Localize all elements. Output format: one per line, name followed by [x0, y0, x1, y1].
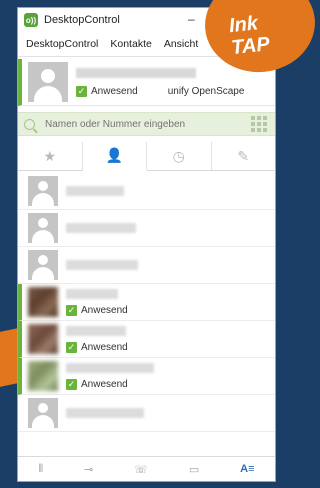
- search-icon: [24, 118, 35, 130]
- phone-icon[interactable]: ☏: [134, 463, 148, 476]
- tab-favorites[interactable]: ★: [18, 142, 83, 170]
- contact-list: ✓ Anwesend ✓ Anwesend ✓ Anwesend: [18, 173, 275, 463]
- key-icon[interactable]: ⊸: [84, 463, 93, 476]
- clock-icon: ◷: [172, 147, 185, 164]
- own-status-text: Anwesend: [91, 85, 138, 97]
- contact-name-redacted: [66, 288, 118, 299]
- search-bar: [18, 112, 275, 136]
- contact-name-redacted: [66, 260, 138, 270]
- search-input[interactable]: [43, 117, 227, 131]
- contact-name-redacted: [66, 362, 154, 373]
- star-icon: ★: [43, 147, 57, 164]
- avatar-body-shape: [34, 86, 62, 102]
- tab-settings[interactable]: ✎: [212, 142, 276, 170]
- contact-status-text: Anwesend: [81, 341, 128, 353]
- status-check-icon: ✓: [66, 378, 77, 390]
- list-item[interactable]: ✓ Anwesend: [18, 358, 275, 395]
- list-item[interactable]: [18, 210, 275, 247]
- own-status-row[interactable]: ✓ Anwesend unify OpenScape: [76, 85, 275, 97]
- status-check-icon: ✓: [66, 304, 77, 316]
- tab-bar: ★ 👤 ◷ ✎: [18, 142, 275, 171]
- status-check-icon: ✓: [76, 85, 87, 97]
- badge-text-line1: Ink: [227, 12, 259, 38]
- app-logo-icon: o)): [24, 13, 38, 27]
- menu-item-ansicht[interactable]: Ansicht: [164, 38, 198, 50]
- window-title: DesktopControl: [44, 14, 120, 26]
- contact-avatar: [28, 176, 58, 206]
- person-icon: 👤: [105, 147, 123, 163]
- text-list-icon[interactable]: A≡: [240, 463, 254, 475]
- menu-item-desktopcontrol[interactable]: DesktopControl: [26, 38, 98, 50]
- list-item[interactable]: [18, 395, 275, 432]
- server-name: unify OpenScape: [167, 85, 245, 97]
- wrench-icon: ✎: [237, 147, 250, 164]
- folder-icon[interactable]: ▭: [189, 463, 199, 476]
- contact-avatar: [28, 398, 58, 428]
- tab-history[interactable]: ◷: [147, 142, 212, 170]
- badge-text-line2: TAP: [230, 33, 271, 60]
- dialpad-icon[interactable]: [251, 116, 267, 132]
- contact-photo: [28, 361, 58, 391]
- contact-status-text: Anwesend: [81, 304, 128, 316]
- minimize-button[interactable]: –: [188, 12, 195, 26]
- contact-name-redacted: [66, 186, 124, 196]
- contact-photo: [28, 287, 58, 317]
- list-item[interactable]: ✓ Anwesend: [18, 321, 275, 358]
- own-profile-info: ✓ Anwesend unify OpenScape: [76, 67, 275, 97]
- bottom-toolbar: ⫴ ⊸ ☏ ▭ A≡: [18, 456, 275, 481]
- list-item[interactable]: ✓ Anwesend: [18, 284, 275, 321]
- list-item[interactable]: [18, 247, 275, 284]
- avatar-head-shape: [41, 69, 55, 83]
- contact-avatar: [28, 213, 58, 243]
- contact-name-redacted: [66, 325, 126, 336]
- desktopcontrol-window: o)) DesktopControl – DesktopControl Kont…: [17, 7, 276, 482]
- background-orange-stripe: [0, 328, 18, 387]
- list-item[interactable]: [18, 173, 275, 210]
- status-check-icon: ✓: [66, 341, 77, 353]
- contact-photo: [28, 324, 58, 354]
- own-avatar[interactable]: [28, 62, 68, 102]
- contact-name-redacted: [66, 223, 136, 233]
- own-name-redacted: [76, 67, 196, 78]
- contact-status-text: Anwesend: [81, 378, 128, 390]
- columns-icon[interactable]: ⫴: [38, 463, 43, 476]
- menu-item-kontakte[interactable]: Kontakte: [110, 38, 151, 50]
- contact-name-redacted: [66, 408, 144, 418]
- contact-avatar: [28, 250, 58, 280]
- tab-contacts[interactable]: 👤: [82, 142, 147, 171]
